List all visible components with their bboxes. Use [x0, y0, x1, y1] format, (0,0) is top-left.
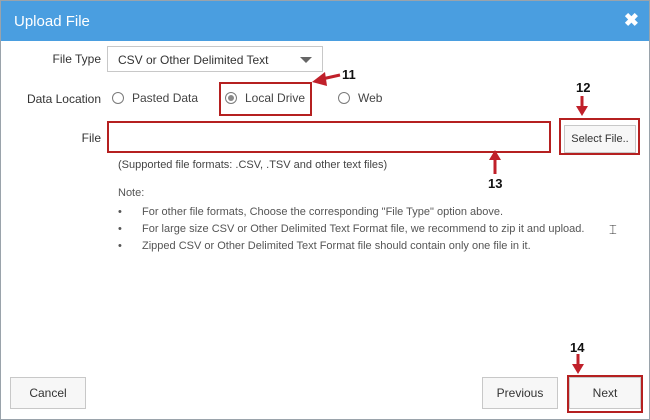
file-type-value: CSV or Other Delimited Text	[118, 53, 269, 67]
previous-button[interactable]: Previous	[482, 377, 558, 409]
upload-file-dialog: Upload File ✖ File Type CSV or Other Del…	[0, 0, 650, 420]
note-item: Zipped CSV or Other Delimited Text Forma…	[118, 239, 584, 256]
note-list: For other file formats, Choose the corre…	[118, 205, 584, 256]
local-drive-highlight	[219, 82, 312, 116]
text-cursor-icon: ⌶	[609, 222, 617, 237]
note-title: Note:	[118, 187, 145, 199]
file-path-input[interactable]	[107, 121, 551, 153]
cancel-button[interactable]: Cancel	[10, 377, 86, 409]
radio-pasted-data[interactable]: Pasted Data	[112, 88, 198, 108]
data-location-label: Data Location	[26, 92, 101, 106]
radio-label: Pasted Data	[132, 91, 199, 105]
note-item: For other file formats, Choose the corre…	[118, 205, 584, 222]
annotation-number: 14	[570, 340, 585, 355]
file-label: File	[81, 131, 101, 145]
radio-web[interactable]: Web	[338, 88, 382, 108]
annotation-number: 13	[488, 176, 503, 191]
supported-formats-text: (Supported file formats: .CSV, .TSV and …	[118, 159, 388, 171]
annotation-number: 11	[342, 67, 356, 82]
radio-label: Web	[358, 91, 383, 105]
close-icon[interactable]: ✖	[624, 10, 639, 30]
file-type-select[interactable]: CSV or Other Delimited Text	[107, 46, 323, 72]
dialog-titlebar: Upload File ✖	[1, 1, 649, 41]
annotation-number: 12	[576, 80, 591, 95]
note-item: For large size CSV or Other Delimited Te…	[118, 222, 584, 239]
next-highlight	[567, 375, 643, 413]
select-file-highlight	[559, 118, 640, 155]
dialog-title: Upload File	[14, 13, 90, 30]
file-type-label: File Type	[52, 52, 101, 66]
radio-circle-icon	[338, 92, 350, 104]
chevron-down-icon	[300, 57, 312, 63]
radio-circle-icon	[112, 92, 124, 104]
